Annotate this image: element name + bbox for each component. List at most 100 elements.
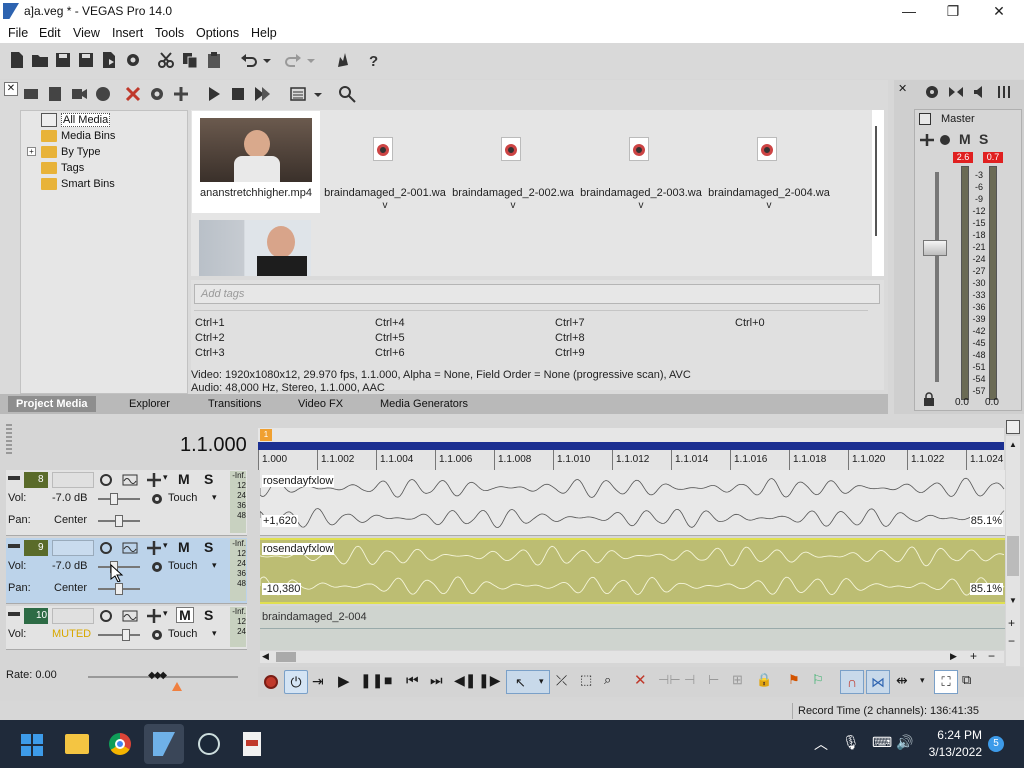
- track-header-8[interactable]: 8 ▾ M S Vol: -7.0 dB Touch ▾ Pan: Center…: [6, 470, 247, 536]
- tree-item-tags[interactable]: Tags: [41, 160, 84, 176]
- timeline-horizontal-scrollbar[interactable]: ◀ ▶ + −: [260, 649, 1004, 663]
- track-name-field-10[interactable]: [52, 608, 94, 624]
- track-minimize-icon[interactable]: [8, 476, 20, 480]
- master-insert-fx-icon[interactable]: [919, 133, 935, 147]
- track-header-10[interactable]: 10 ▾ M S Vol: MUTED Touch ▾ -Inf. 12 24: [6, 606, 247, 650]
- import-media-icon[interactable]: [46, 85, 64, 103]
- open-folder-icon[interactable]: [31, 51, 49, 69]
- timeline-menu-icon[interactable]: [1006, 420, 1020, 434]
- pan-slider-8[interactable]: [98, 515, 140, 527]
- master-mute-button[interactable]: M: [959, 131, 971, 147]
- ignore-grouping-icon[interactable]: ⧉: [962, 672, 971, 688]
- copy-icon[interactable]: [181, 51, 199, 69]
- track-lane-8[interactable]: rosendayfxlow +1,620 85.1%: [260, 470, 1005, 536]
- lock-fader-icon[interactable]: [923, 392, 935, 406]
- tab-video-fx[interactable]: Video FX: [290, 396, 351, 412]
- mixer-properties-icon[interactable]: [996, 84, 1012, 100]
- loop-playback-icon[interactable]: ⏻: [284, 670, 308, 694]
- new-file-icon[interactable]: [8, 51, 26, 69]
- volume-slider-10[interactable]: [98, 629, 140, 641]
- media-item-video-thumbnail-2[interactable]: [199, 220, 311, 276]
- close-icon[interactable]: ✕: [976, 0, 1022, 23]
- menu-help[interactable]: Help: [251, 26, 277, 40]
- whats-this-help-icon[interactable]: ?: [366, 51, 384, 69]
- master-solo-button[interactable]: S: [979, 131, 988, 147]
- media-item-ananstretchhigher[interactable]: ananstretchhigher.mp4: [192, 111, 320, 213]
- track-header-9[interactable]: 9 ▾ M S Vol: -7.0 dB Touch ▾ Pan: Center…: [6, 538, 247, 604]
- redo-icon[interactable]: [284, 51, 302, 69]
- lock-icon[interactable]: 🔒: [756, 672, 772, 688]
- search-media-icon[interactable]: [338, 85, 356, 103]
- track-minimize-icon[interactable]: [8, 544, 20, 548]
- track-fx-icon[interactable]: [146, 540, 162, 556]
- time-ruler[interactable]: 1.000 1.1.002 1.1.004 1.1.006 1.1.008 1.1.010…: [258, 450, 1004, 470]
- track-lane-10[interactable]: braindamaged_2-004: [260, 606, 1005, 650]
- trim-start-icon[interactable]: ⊣: [684, 672, 695, 688]
- solo-button-9[interactable]: S: [204, 539, 213, 555]
- preview-stop-icon[interactable]: [229, 85, 247, 103]
- clock-date[interactable]: 3/13/2022: [920, 745, 982, 759]
- track-name-field-9[interactable]: [52, 540, 94, 556]
- tab-transitions[interactable]: Transitions: [200, 396, 269, 412]
- close-panel-icon[interactable]: ✕: [4, 82, 18, 96]
- selection-tool-icon[interactable]: ⬚: [580, 672, 592, 688]
- split-icon[interactable]: ⊞: [732, 672, 743, 688]
- arm-record-icon[interactable]: [100, 542, 112, 554]
- cut-icon[interactable]: [157, 51, 175, 69]
- tab-project-media[interactable]: Project Media: [8, 396, 96, 412]
- media-grid-scrollbar[interactable]: [872, 110, 884, 276]
- tab-explorer[interactable]: Explorer: [121, 396, 178, 412]
- arm-record-icon[interactable]: [100, 610, 112, 622]
- auto-preview-icon[interactable]: [253, 85, 271, 103]
- next-frame-icon[interactable]: ❚▶: [478, 672, 501, 689]
- automation-icon[interactable]: [122, 610, 138, 622]
- delete-icon[interactable]: ✕: [634, 671, 647, 689]
- views-list-icon[interactable]: [289, 85, 309, 103]
- track-lane-9[interactable]: rosendayfxlow -10,380 85.1%: [260, 538, 1005, 604]
- tree-item-all-media[interactable]: All Media: [41, 112, 111, 128]
- tree-item-smart-bins[interactable]: Smart Bins: [41, 176, 115, 192]
- lock-envelopes-icon[interactable]: ⛶: [934, 670, 958, 694]
- microphone-icon[interactable]: 🎙: [842, 734, 860, 751]
- minimize-icon[interactable]: —: [886, 0, 932, 23]
- network-icon[interactable]: ⌨: [872, 734, 892, 751]
- menu-tools[interactable]: Tools: [155, 26, 184, 40]
- mute-button-9[interactable]: M: [178, 539, 190, 555]
- get-media-web-icon[interactable]: [94, 85, 112, 103]
- master-fx-gear-icon[interactable]: [937, 133, 953, 147]
- tree-item-media-bins[interactable]: Media Bins: [41, 128, 115, 144]
- properties-gear-icon[interactable]: [124, 51, 142, 69]
- snapping-magnet-icon[interactable]: ∩: [840, 670, 864, 694]
- ripple-dropdown-icon[interactable]: ▾: [920, 675, 925, 686]
- start-button-icon[interactable]: [21, 734, 43, 756]
- remove-media-icon[interactable]: [124, 85, 142, 103]
- automation-mode-9[interactable]: Touch: [168, 560, 197, 572]
- media-item-braindamaged-004[interactable]: braindamaged_2-004.wa v: [705, 111, 833, 213]
- show-hidden-icons-chevron-icon[interactable]: ︿: [814, 734, 828, 754]
- automation-mode-gear-icon[interactable]: [150, 492, 164, 506]
- vegas-taskbar-active[interactable]: [144, 724, 184, 764]
- close-master-icon[interactable]: ✕: [898, 82, 907, 95]
- mute-button-8[interactable]: M: [178, 471, 190, 487]
- stop-icon[interactable]: ■: [384, 672, 392, 688]
- downmix-icon[interactable]: [948, 84, 964, 100]
- chrome-icon[interactable]: [109, 733, 131, 755]
- media-fx-gear-icon[interactable]: [148, 85, 166, 103]
- timeline-vertical-scrollbar[interactable]: ▲ ▼ + −: [1006, 436, 1020, 666]
- capture-video-icon[interactable]: [70, 85, 88, 103]
- remove-unused-media-icon[interactable]: [22, 85, 40, 103]
- automation-mode-10[interactable]: Touch: [168, 628, 197, 640]
- go-to-start-icon[interactable]: ⏮: [406, 672, 419, 689]
- track-name-field-8[interactable]: [52, 472, 94, 488]
- solo-button-10[interactable]: S: [204, 607, 213, 623]
- undo-icon[interactable]: [240, 51, 258, 69]
- automation-mode-8[interactable]: Touch: [168, 492, 197, 504]
- enable-snapping-hand-icon[interactable]: [334, 51, 352, 69]
- automation-mode-dropdown-icon[interactable]: ▾: [212, 628, 217, 639]
- automation-mode-dropdown-icon[interactable]: ▾: [212, 560, 217, 571]
- pan-slider-9[interactable]: [98, 583, 140, 595]
- master-fader-handle[interactable]: [923, 240, 947, 256]
- menu-view[interactable]: View: [73, 26, 100, 40]
- maximize-icon[interactable]: ❐: [930, 0, 976, 23]
- automation-mode-dropdown-icon[interactable]: ▾: [212, 492, 217, 503]
